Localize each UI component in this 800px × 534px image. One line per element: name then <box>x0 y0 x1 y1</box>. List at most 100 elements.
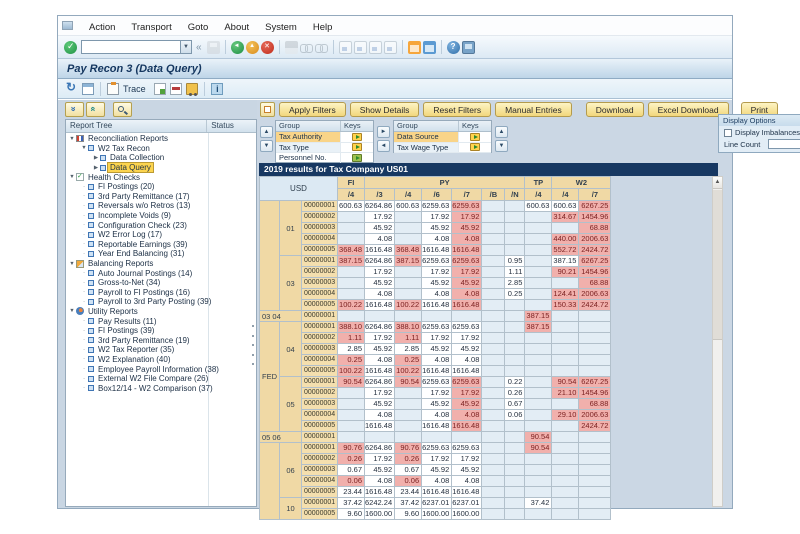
find-in-tree-button[interactable] <box>113 102 132 117</box>
list-row[interactable]: Tax Authority <box>276 132 373 143</box>
amount-cell[interactable] <box>524 486 553 498</box>
amount-cell[interactable] <box>504 497 526 509</box>
amount-cell[interactable]: 2.85 <box>337 343 365 355</box>
amount-cell[interactable] <box>504 508 526 520</box>
amount-cell[interactable]: 0.26 <box>504 387 526 399</box>
amount-cell[interactable]: 17.92 <box>363 211 396 223</box>
amount-cell[interactable]: 17.92 <box>421 453 453 465</box>
amount-cell[interactable] <box>578 508 612 520</box>
wage-type-key-cell[interactable]: 00000003 <box>301 222 338 234</box>
amount-cell[interactable] <box>524 354 553 366</box>
exit-icon[interactable] <box>245 40 259 54</box>
amount-cell[interactable]: 388.10 <box>337 321 365 333</box>
collapse-all-button[interactable]: « <box>86 102 105 117</box>
amount-cell[interactable] <box>504 354 526 366</box>
amount-cell[interactable] <box>551 497 580 509</box>
cancel-icon[interactable] <box>260 40 274 54</box>
amount-cell[interactable] <box>504 343 526 355</box>
tree-item[interactable]: ▶ Data Collection <box>66 153 256 163</box>
amount-cell[interactable] <box>337 233 365 245</box>
refresh-icon[interactable] <box>66 80 78 95</box>
amount-cell[interactable]: 45.92 <box>421 277 453 289</box>
amount-cell[interactable] <box>524 233 553 245</box>
amount-cell[interactable] <box>504 486 526 498</box>
amount-cell[interactable]: 0.95 <box>504 255 526 267</box>
amount-cell[interactable]: 2424.72 <box>578 244 612 256</box>
amount-cell[interactable] <box>504 244 526 256</box>
wage-type-key-cell[interactable]: 00000005 <box>301 486 338 498</box>
amount-cell[interactable] <box>481 497 506 509</box>
amount-cell[interactable]: 68.88 <box>578 398 612 410</box>
amount-cell[interactable]: 90.54 <box>551 376 580 388</box>
list-row[interactable]: Tax Wage Type <box>394 142 491 153</box>
amount-cell[interactable]: 68.88 <box>578 222 612 234</box>
amount-cell[interactable] <box>337 431 365 443</box>
tree-item[interactable]: · Payroll to 3rd Party Posting (39) <box>66 297 256 307</box>
amount-cell[interactable] <box>578 343 612 355</box>
previous-page-icon[interactable] <box>353 40 367 54</box>
delivery-icon[interactable] <box>185 82 198 96</box>
amount-cell[interactable] <box>394 233 423 245</box>
amount-cell[interactable]: 45.92 <box>451 464 483 476</box>
amount-cell[interactable]: 368.48 <box>337 244 365 256</box>
wage-type-key-cell[interactable]: 00000002 <box>301 211 338 223</box>
tree-item[interactable]: · Incomplete Voids (9) <box>66 211 256 221</box>
amount-cell[interactable]: 440.00 <box>551 233 580 245</box>
amount-cell[interactable]: 0.25 <box>394 354 423 366</box>
amount-cell[interactable] <box>504 211 526 223</box>
amount-cell[interactable]: 1616.48 <box>421 244 453 256</box>
amount-cell[interactable] <box>337 398 365 410</box>
menu-item-system[interactable]: System <box>265 22 297 33</box>
amount-cell[interactable] <box>524 299 553 311</box>
amount-cell[interactable]: 90.54 <box>394 376 423 388</box>
trace-icon[interactable] <box>107 81 119 95</box>
wage-type-key-cell[interactable]: 00000001 <box>301 255 338 267</box>
tree-expander-icon[interactable]: ▶ <box>92 165 100 171</box>
amount-cell[interactable] <box>337 387 365 399</box>
amount-cell[interactable] <box>551 310 580 322</box>
list-row[interactable]: Personnel No. <box>276 153 373 164</box>
amount-cell[interactable]: 23.44 <box>394 486 423 498</box>
amount-cell[interactable] <box>394 398 423 410</box>
trace-label[interactable]: Trace <box>123 84 146 94</box>
amount-cell[interactable]: 1454.96 <box>578 266 612 278</box>
tree-item[interactable]: ▼ Health Checks <box>66 172 256 182</box>
amount-cell[interactable] <box>481 431 506 443</box>
amount-cell[interactable] <box>504 475 526 487</box>
right-list-down-icon[interactable]: ▼ <box>495 140 508 152</box>
amount-cell[interactable]: 4.08 <box>451 354 483 366</box>
amount-cell[interactable] <box>363 310 396 322</box>
amount-cell[interactable]: 6264.86 <box>363 255 396 267</box>
amount-cell[interactable]: 6259.63 <box>421 442 453 454</box>
wage-type-key-cell[interactable]: 00000001 <box>301 321 338 333</box>
keys-icon[interactable] <box>470 143 480 152</box>
list-row[interactable]: Tax Type <box>276 142 373 153</box>
amount-cell[interactable]: 1616.48 <box>421 486 453 498</box>
amount-cell[interactable] <box>524 376 553 388</box>
amount-cell[interactable]: 1616.48 <box>421 420 453 432</box>
amount-cell[interactable] <box>504 453 526 465</box>
amount-cell[interactable]: 45.92 <box>451 277 483 289</box>
tree-expander-icon[interactable]: ▼ <box>68 261 76 267</box>
amount-cell[interactable] <box>551 354 580 366</box>
wage-type-key-cell[interactable]: 00000002 <box>301 266 338 278</box>
amount-cell[interactable]: 90.54 <box>337 376 365 388</box>
amount-cell[interactable] <box>524 222 553 234</box>
amount-cell[interactable]: 68.88 <box>578 277 612 289</box>
keys-icon[interactable] <box>352 132 362 141</box>
tree-item[interactable]: ▼ Reconciliation Reports <box>66 134 256 144</box>
list-row-label[interactable]: Tax Authority <box>276 132 341 142</box>
amount-cell[interactable] <box>481 244 506 256</box>
amount-cell[interactable]: 2.85 <box>394 343 423 355</box>
amount-cell[interactable] <box>578 321 612 333</box>
amount-cell[interactable] <box>578 475 612 487</box>
amount-cell[interactable]: 0.22 <box>504 376 526 388</box>
collapse-command-icon[interactable]: « <box>196 42 202 53</box>
amount-cell[interactable] <box>524 420 553 432</box>
amount-cell[interactable]: 4.08 <box>421 233 453 245</box>
amount-cell[interactable]: 45.92 <box>421 222 453 234</box>
amount-cell[interactable] <box>451 431 483 443</box>
amount-cell[interactable]: 90.21 <box>551 266 580 278</box>
amount-cell[interactable]: 2006.63 <box>578 288 612 300</box>
amount-cell[interactable] <box>394 431 423 443</box>
